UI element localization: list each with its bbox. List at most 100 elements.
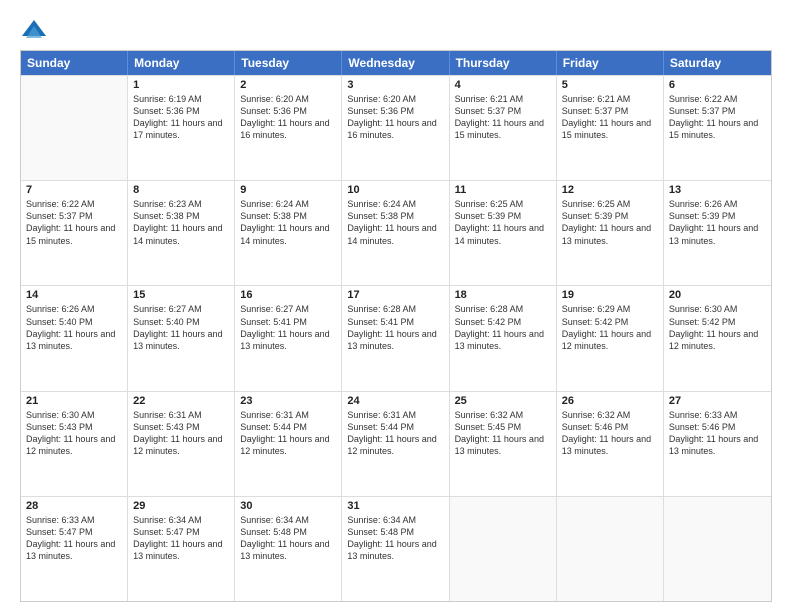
day-info: Sunrise: 6:34 AMSunset: 5:48 PMDaylight:… bbox=[240, 514, 336, 563]
day-info: Sunrise: 6:27 AMSunset: 5:41 PMDaylight:… bbox=[240, 303, 336, 352]
calendar-cell: 2 Sunrise: 6:20 AMSunset: 5:36 PMDaylight… bbox=[235, 76, 342, 180]
calendar-cell: 23Sunrise: 6:31 AMSunset: 5:44 PMDayligh… bbox=[235, 392, 342, 496]
calendar-cell: 10 Sunrise: 6:24 AMSunset: 5:38 PMDayligh… bbox=[342, 181, 449, 285]
day-number: 10 bbox=[347, 184, 443, 196]
calendar-cell: 18 Sunrise: 6:28 AMSunset: 5:42 PMDayligh… bbox=[450, 286, 557, 390]
day-info: Sunrise: 6:25 AMSunset: 5:39 PMDaylight:… bbox=[455, 198, 551, 247]
calendar-cell: 15 Sunrise: 6:27 AMSunset: 5:40 PMDayligh… bbox=[128, 286, 235, 390]
day-info: Sunrise: 6:23 AMSunset: 5:38 PMDaylight:… bbox=[133, 198, 229, 247]
day-info: Sunrise: 6:21 AMSunset: 5:37 PMDaylight:… bbox=[455, 93, 551, 142]
calendar-cell bbox=[664, 497, 771, 601]
calendar: SundayMondayTuesdayWednesdayThursdayFrid… bbox=[20, 50, 772, 602]
calendar-cell: 21 Sunrise: 6:30 AMSunset: 5:43 PMDayligh… bbox=[21, 392, 128, 496]
day-info: Sunrise: 6:24 AMSunset: 5:38 PMDaylight:… bbox=[240, 198, 336, 247]
day-number: 5 bbox=[562, 79, 658, 91]
calendar-cell: 30 Sunrise: 6:34 AMSunset: 5:48 PMDayligh… bbox=[235, 497, 342, 601]
calendar-cell: 12Sunrise: 6:25 AMSunset: 5:39 PMDayligh… bbox=[557, 181, 664, 285]
day-number: 1 bbox=[133, 79, 229, 91]
day-number: 23 bbox=[240, 395, 336, 407]
day-info: Sunrise: 6:27 AMSunset: 5:40 PMDaylight:… bbox=[133, 303, 229, 352]
day-info: Sunrise: 6:31 AMSunset: 5:44 PMDaylight:… bbox=[347, 409, 443, 458]
cal-header-cell: Friday bbox=[557, 51, 664, 75]
page: SundayMondayTuesdayWednesdayThursdayFrid… bbox=[0, 0, 792, 612]
day-number: 26 bbox=[562, 395, 658, 407]
day-number: 18 bbox=[455, 289, 551, 301]
day-info: Sunrise: 6:25 AMSunset: 5:39 PMDaylight:… bbox=[562, 198, 658, 247]
day-info: Sunrise: 6:31 AMSunset: 5:43 PMDaylight:… bbox=[133, 409, 229, 458]
calendar-cell: 29 Sunrise: 6:34 AMSunset: 5:47 PMDayligh… bbox=[128, 497, 235, 601]
day-number: 28 bbox=[26, 500, 122, 512]
logo bbox=[20, 16, 52, 44]
cal-header-cell: Tuesday bbox=[235, 51, 342, 75]
day-number: 14 bbox=[26, 289, 122, 301]
calendar-row: 28 Sunrise: 6:33 AMSunset: 5:47 PMDayligh… bbox=[21, 496, 771, 601]
day-info: Sunrise: 6:34 AMSunset: 5:48 PMDaylight:… bbox=[347, 514, 443, 563]
day-number: 2 bbox=[240, 79, 336, 91]
calendar-cell: 17 Sunrise: 6:28 AMSunset: 5:41 PMDayligh… bbox=[342, 286, 449, 390]
day-info: Sunrise: 6:24 AMSunset: 5:38 PMDaylight:… bbox=[347, 198, 443, 247]
calendar-cell: 19 Sunrise: 6:29 AMSunset: 5:42 PMDayligh… bbox=[557, 286, 664, 390]
calendar-cell: 31Sunrise: 6:34 AMSunset: 5:48 PMDayligh… bbox=[342, 497, 449, 601]
day-number: 30 bbox=[240, 500, 336, 512]
calendar-row: 14 Sunrise: 6:26 AMSunset: 5:40 PMDayligh… bbox=[21, 285, 771, 390]
day-number: 16 bbox=[240, 289, 336, 301]
calendar-cell: 11 Sunrise: 6:25 AMSunset: 5:39 PMDayligh… bbox=[450, 181, 557, 285]
calendar-cell: 22Sunrise: 6:31 AMSunset: 5:43 PMDayligh… bbox=[128, 392, 235, 496]
day-number: 3 bbox=[347, 79, 443, 91]
cal-header-cell: Wednesday bbox=[342, 51, 449, 75]
day-info: Sunrise: 6:34 AMSunset: 5:47 PMDaylight:… bbox=[133, 514, 229, 563]
logo-icon bbox=[20, 16, 48, 44]
cal-header-cell: Sunday bbox=[21, 51, 128, 75]
day-number: 9 bbox=[240, 184, 336, 196]
day-number: 4 bbox=[455, 79, 551, 91]
day-number: 25 bbox=[455, 395, 551, 407]
calendar-cell: 28 Sunrise: 6:33 AMSunset: 5:47 PMDayligh… bbox=[21, 497, 128, 601]
day-info: Sunrise: 6:28 AMSunset: 5:41 PMDaylight:… bbox=[347, 303, 443, 352]
calendar-cell: 3 Sunrise: 6:20 AMSunset: 5:36 PMDaylight… bbox=[342, 76, 449, 180]
day-info: Sunrise: 6:26 AMSunset: 5:40 PMDaylight:… bbox=[26, 303, 122, 352]
day-info: Sunrise: 6:30 AMSunset: 5:43 PMDaylight:… bbox=[26, 409, 122, 458]
calendar-row: 7Sunrise: 6:22 AMSunset: 5:37 PMDaylight… bbox=[21, 180, 771, 285]
calendar-cell: 16 Sunrise: 6:27 AMSunset: 5:41 PMDayligh… bbox=[235, 286, 342, 390]
day-info: Sunrise: 6:28 AMSunset: 5:42 PMDaylight:… bbox=[455, 303, 551, 352]
calendar-header-row: SundayMondayTuesdayWednesdayThursdayFrid… bbox=[21, 51, 771, 75]
day-number: 15 bbox=[133, 289, 229, 301]
day-info: Sunrise: 6:33 AMSunset: 5:47 PMDaylight:… bbox=[26, 514, 122, 563]
day-info: Sunrise: 6:20 AMSunset: 5:36 PMDaylight:… bbox=[347, 93, 443, 142]
calendar-cell: 24 Sunrise: 6:31 AMSunset: 5:44 PMDayligh… bbox=[342, 392, 449, 496]
day-info: Sunrise: 6:33 AMSunset: 5:46 PMDaylight:… bbox=[669, 409, 766, 458]
day-info: Sunrise: 6:22 AMSunset: 5:37 PMDaylight:… bbox=[669, 93, 766, 142]
cal-header-cell: Monday bbox=[128, 51, 235, 75]
calendar-cell: 5 Sunrise: 6:21 AMSunset: 5:37 PMDaylight… bbox=[557, 76, 664, 180]
day-info: Sunrise: 6:32 AMSunset: 5:46 PMDaylight:… bbox=[562, 409, 658, 458]
calendar-cell bbox=[450, 497, 557, 601]
day-number: 11 bbox=[455, 184, 551, 196]
calendar-cell: 4 Sunrise: 6:21 AMSunset: 5:37 PMDaylight… bbox=[450, 76, 557, 180]
calendar-row: 1 Sunrise: 6:19 AMSunset: 5:36 PMDaylight… bbox=[21, 75, 771, 180]
day-info: Sunrise: 6:26 AMSunset: 5:39 PMDaylight:… bbox=[669, 198, 766, 247]
calendar-cell: 26 Sunrise: 6:32 AMSunset: 5:46 PMDayligh… bbox=[557, 392, 664, 496]
calendar-cell: 6 Sunrise: 6:22 AMSunset: 5:37 PMDaylight… bbox=[664, 76, 771, 180]
day-info: Sunrise: 6:29 AMSunset: 5:42 PMDaylight:… bbox=[562, 303, 658, 352]
day-info: Sunrise: 6:19 AMSunset: 5:36 PMDaylight:… bbox=[133, 93, 229, 142]
day-info: Sunrise: 6:30 AMSunset: 5:42 PMDaylight:… bbox=[669, 303, 766, 352]
calendar-body: 1 Sunrise: 6:19 AMSunset: 5:36 PMDaylight… bbox=[21, 75, 771, 601]
calendar-cell: 20Sunrise: 6:30 AMSunset: 5:42 PMDayligh… bbox=[664, 286, 771, 390]
day-number: 7 bbox=[26, 184, 122, 196]
day-number: 8 bbox=[133, 184, 229, 196]
day-number: 13 bbox=[669, 184, 766, 196]
calendar-cell: 27Sunrise: 6:33 AMSunset: 5:46 PMDayligh… bbox=[664, 392, 771, 496]
day-info: Sunrise: 6:20 AMSunset: 5:36 PMDaylight:… bbox=[240, 93, 336, 142]
calendar-cell: 14 Sunrise: 6:26 AMSunset: 5:40 PMDayligh… bbox=[21, 286, 128, 390]
calendar-cell bbox=[557, 497, 664, 601]
day-number: 21 bbox=[26, 395, 122, 407]
day-number: 6 bbox=[669, 79, 766, 91]
day-info: Sunrise: 6:32 AMSunset: 5:45 PMDaylight:… bbox=[455, 409, 551, 458]
day-number: 29 bbox=[133, 500, 229, 512]
calendar-row: 21 Sunrise: 6:30 AMSunset: 5:43 PMDayligh… bbox=[21, 391, 771, 496]
day-number: 24 bbox=[347, 395, 443, 407]
day-number: 17 bbox=[347, 289, 443, 301]
calendar-cell: 7Sunrise: 6:22 AMSunset: 5:37 PMDaylight… bbox=[21, 181, 128, 285]
day-info: Sunrise: 6:21 AMSunset: 5:37 PMDaylight:… bbox=[562, 93, 658, 142]
day-number: 19 bbox=[562, 289, 658, 301]
